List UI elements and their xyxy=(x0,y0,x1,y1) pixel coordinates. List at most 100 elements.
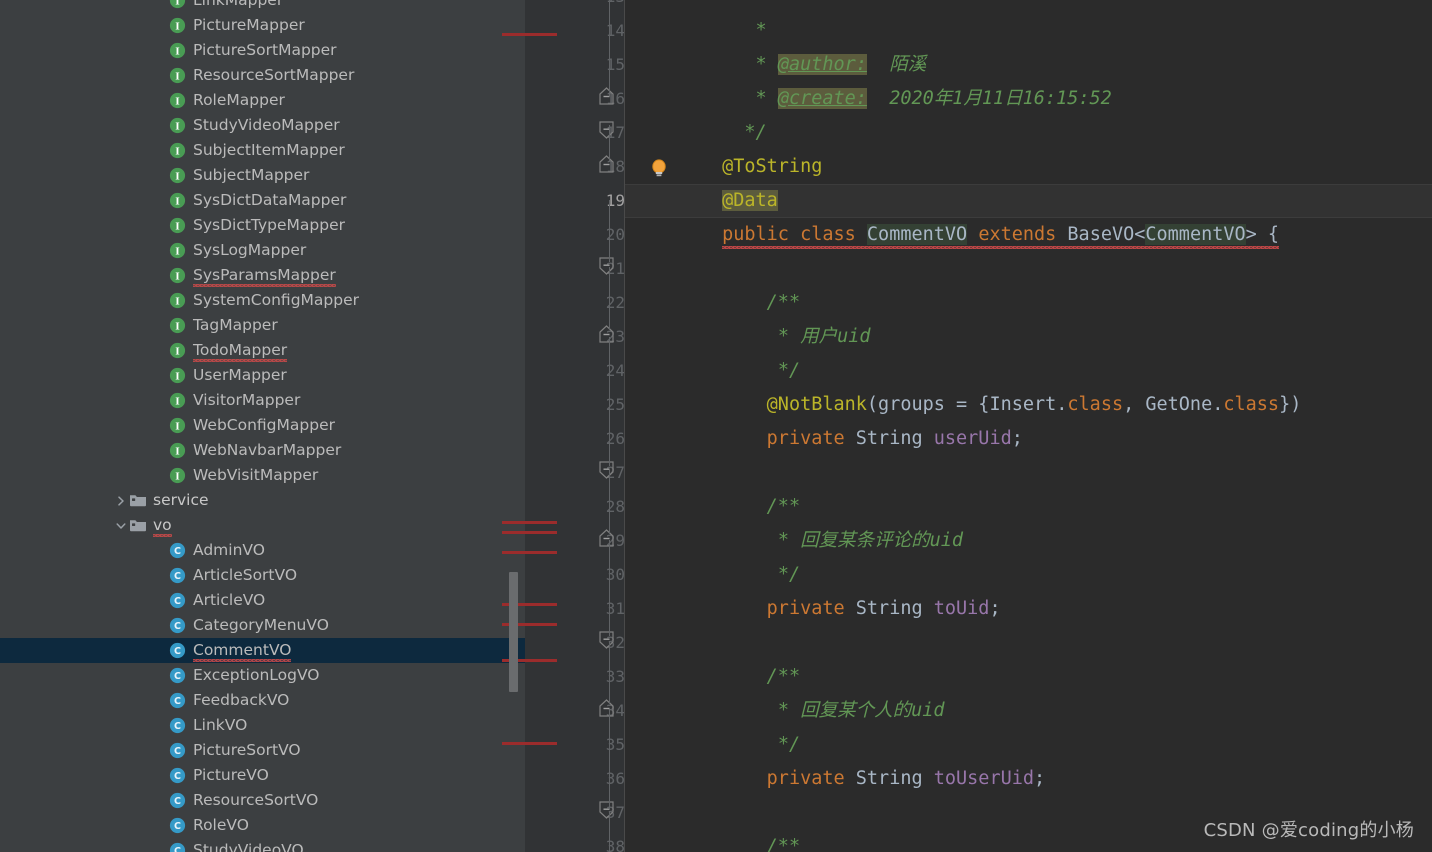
svg-text:C: C xyxy=(174,596,181,607)
editor-gutter[interactable]: 1314151617181920212223242526272829303132… xyxy=(525,0,625,852)
fold-end-icon-line-23[interactable] xyxy=(598,320,622,354)
interface-icon: I xyxy=(168,213,188,238)
tree-error-stripe[interactable] xyxy=(502,531,525,534)
line-number-24[interactable]: 24 xyxy=(571,354,625,388)
tree-item-resourcesortmapper[interactable]: I ResourceSortMapper xyxy=(0,63,525,88)
tree-item-visitormapper[interactable]: I VisitorMapper xyxy=(0,388,525,413)
fold-end-icon-line-29[interactable] xyxy=(598,524,622,558)
editor-error-stripe[interactable] xyxy=(525,33,557,36)
tree-item-rolevo[interactable]: C RoleVO xyxy=(0,813,525,838)
fold-start-icon-line-21[interactable] xyxy=(598,252,622,286)
editor-error-stripe[interactable] xyxy=(525,521,557,524)
tree-item-webvisitmapper[interactable]: I WebVisitMapper xyxy=(0,463,525,488)
tree-item-studyvideomapper[interactable]: I StudyVideoMapper xyxy=(0,113,525,138)
fold-end-icon-line-18[interactable] xyxy=(598,150,622,184)
fold-start-icon-line-27[interactable] xyxy=(598,456,622,490)
tree-item-feedbackvo[interactable]: C FeedbackVO xyxy=(0,688,525,713)
project-tree-list[interactable]: I LinkMapper I PictureMapper I PictureSortMap… xyxy=(0,0,525,852)
line-number-33[interactable]: 33 xyxy=(571,660,625,694)
svg-text:I: I xyxy=(175,21,180,32)
tree-item-picturesortvo[interactable]: C PictureSortVO xyxy=(0,738,525,763)
line-number-35[interactable]: 35 xyxy=(571,728,625,762)
editor-pane[interactable]: 1314151617181920212223242526272829303132… xyxy=(525,0,1432,852)
editor-error-stripe[interactable] xyxy=(525,531,557,534)
fold-start-icon-line-37[interactable] xyxy=(598,796,622,830)
tree-no-arrow xyxy=(154,113,168,138)
fold-connector-line xyxy=(609,200,610,262)
line-number-26[interactable]: 26 xyxy=(571,422,625,456)
tree-item-label: RoleMapper xyxy=(193,91,285,109)
interface-icon: I xyxy=(168,163,188,188)
tree-item-studyvideovo[interactable]: C StudyVideoVO xyxy=(0,838,525,852)
line-number-15[interactable]: 15 xyxy=(571,48,625,82)
tree-item-sysdictdatamapper[interactable]: I SysDictDataMapper xyxy=(0,188,525,213)
tree-error-stripe[interactable] xyxy=(502,742,525,745)
tree-item-articlevo[interactable]: C ArticleVO xyxy=(0,588,525,613)
code-text-area[interactable]: * * @author: 陌溪 * @create: 2020年1月11日16:… xyxy=(625,0,1432,852)
line-number-28[interactable]: 28 xyxy=(571,490,625,524)
line-number-30[interactable]: 30 xyxy=(571,558,625,592)
tree-item-picturevo[interactable]: C PictureVO xyxy=(0,763,525,788)
tree-item-webnavbarmapper[interactable]: I WebNavbarMapper xyxy=(0,438,525,463)
fold-end-icon-line-16[interactable] xyxy=(598,82,622,116)
editor-error-stripe[interactable] xyxy=(525,551,557,554)
intention-bulb-icon[interactable] xyxy=(648,157,670,179)
tree-item-syslogmapper[interactable]: I SysLogMapper xyxy=(0,238,525,263)
tree-item-tagmapper[interactable]: I TagMapper xyxy=(0,313,525,338)
line-number-13[interactable]: 13 xyxy=(571,0,625,14)
fold-start-icon-line-32[interactable] xyxy=(598,626,622,660)
editor-error-stripe[interactable] xyxy=(525,659,557,662)
tree-item-commentvo[interactable]: C CommentVO xyxy=(0,638,525,663)
tree-item-picturesortmapper[interactable]: I PictureSortMapper xyxy=(0,38,525,63)
tree-item-systemconfigmapper[interactable]: I SystemConfigMapper xyxy=(0,288,525,313)
code-line-29: */ xyxy=(625,524,800,585)
tree-item-adminvo[interactable]: C AdminVO xyxy=(0,538,525,563)
tree-item-todomapper[interactable]: I TodoMapper xyxy=(0,338,525,363)
tree-item-label: SubjectMapper xyxy=(193,166,310,184)
svg-text:C: C xyxy=(174,571,181,582)
tree-item-linkvo[interactable]: C LinkVO xyxy=(0,713,525,738)
line-number-19[interactable]: 19 xyxy=(571,184,625,218)
tree-item-categorymenuvo[interactable]: C CategoryMenuVO xyxy=(0,613,525,638)
line-number-25[interactable]: 25 xyxy=(571,388,625,422)
tree-error-stripe[interactable] xyxy=(502,521,525,524)
chevron-down-icon[interactable] xyxy=(114,513,128,538)
tree-item-label: WebVisitMapper xyxy=(193,466,319,484)
folder-icon xyxy=(128,488,148,513)
line-number-31[interactable]: 31 xyxy=(571,592,625,626)
tree-item-label: ArticleSortVO xyxy=(193,566,298,584)
line-number-20[interactable]: 20 xyxy=(571,218,625,252)
project-tree-scrollbar[interactable] xyxy=(509,572,518,692)
tree-item-webconfigmapper[interactable]: I WebConfigMapper xyxy=(0,413,525,438)
chevron-right-icon[interactable] xyxy=(114,488,128,513)
class-icon: C xyxy=(168,538,188,563)
tree-item-vo[interactable]: vo xyxy=(0,513,525,538)
tree-item-sysparamsmapper[interactable]: I SysParamsMapper xyxy=(0,263,525,288)
tree-item-rolemapper[interactable]: I RoleMapper xyxy=(0,88,525,113)
svg-text:I: I xyxy=(175,471,180,482)
line-number-36[interactable]: 36 xyxy=(571,762,625,796)
line-number-22[interactable]: 22 xyxy=(571,286,625,320)
fold-start-icon-line-17[interactable] xyxy=(598,116,622,150)
tree-error-stripe[interactable] xyxy=(502,33,525,36)
tree-no-arrow xyxy=(154,13,168,38)
tree-error-stripe[interactable] xyxy=(502,551,525,554)
fold-end-icon-line-34[interactable] xyxy=(598,694,622,728)
tree-item-usermapper[interactable]: I UserMapper xyxy=(0,363,525,388)
tree-item-articlesortvo[interactable]: C ArticleSortVO xyxy=(0,563,525,588)
tree-no-arrow xyxy=(154,238,168,263)
editor-error-stripe[interactable] xyxy=(525,742,557,745)
tree-item-sysdicttypemapper[interactable]: I SysDictTypeMapper xyxy=(0,213,525,238)
editor-error-stripe[interactable] xyxy=(525,623,557,626)
tree-item-picturemapper[interactable]: I PictureMapper xyxy=(0,13,525,38)
tree-item-exceptionlogvo[interactable]: C ExceptionLogVO xyxy=(0,663,525,688)
line-number-14[interactable]: 14 xyxy=(571,14,625,48)
editor-error-stripe[interactable] xyxy=(525,603,557,606)
project-tool-window[interactable]: I LinkMapper I PictureMapper I PictureSortMap… xyxy=(0,0,525,852)
tree-item-linkmapper[interactable]: I LinkMapper xyxy=(0,0,525,13)
line-number-38[interactable]: 38 xyxy=(571,830,625,852)
tree-item-service[interactable]: service xyxy=(0,488,525,513)
tree-item-subjectmapper[interactable]: I SubjectMapper xyxy=(0,163,525,188)
tree-item-subjectitemmapper[interactable]: I SubjectItemMapper xyxy=(0,138,525,163)
tree-item-resourcesortvo[interactable]: C ResourceSortVO xyxy=(0,788,525,813)
